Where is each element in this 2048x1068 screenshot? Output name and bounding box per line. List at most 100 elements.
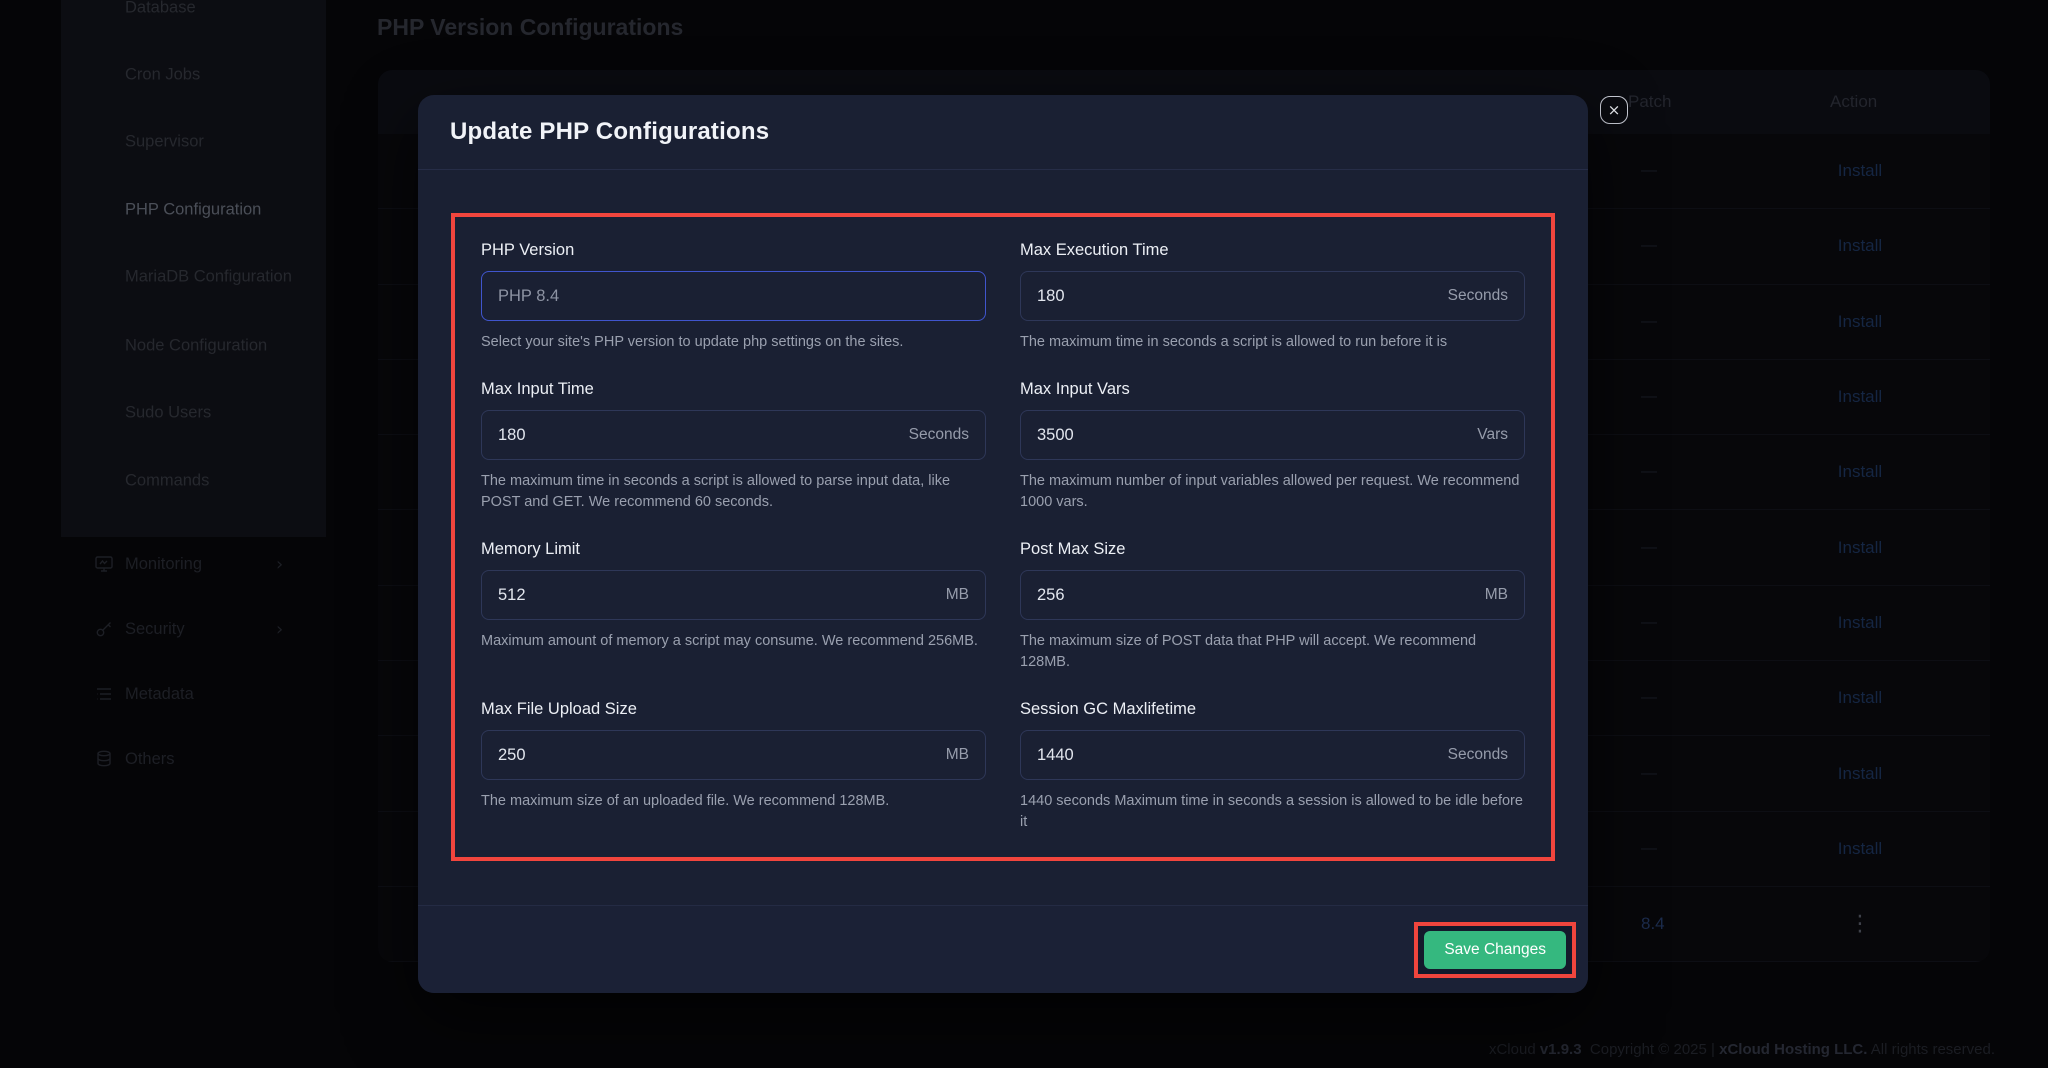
- modal-body: PHP VersionPHP 8.4Select your site's PHP…: [418, 170, 1588, 905]
- install-link: Install: [1810, 312, 1910, 332]
- database-icon: [94, 749, 114, 769]
- sidebar-item-label: Monitoring: [125, 555, 202, 574]
- sidebar-item-monitoring: Monitoring ›: [94, 554, 294, 574]
- max-input-vars-value: 3500: [1037, 426, 1074, 445]
- memory-limit-unit-suffix: MB: [946, 586, 969, 604]
- install-link: Install: [1810, 839, 1910, 859]
- field-max-input-vars: Max Input Vars 3500 Vars The maximum number…: [1020, 380, 1525, 513]
- sidebar-item-label: Others: [125, 750, 175, 769]
- chevron-right-icon: ›: [276, 619, 283, 640]
- post-max-size-label: Post Max Size: [1020, 540, 1525, 559]
- php-version-helper-text: Select your site's PHP version to update…: [481, 332, 986, 353]
- chevron-right-icon: ›: [276, 554, 283, 575]
- install-link: Install: [1810, 462, 1910, 482]
- max-input-time-unit-suffix: Seconds: [909, 426, 969, 444]
- max-input-vars-label: Max Input Vars: [1020, 380, 1525, 399]
- patch-value: —: [1641, 689, 1657, 707]
- monitor-icon: [94, 554, 114, 574]
- post-max-size-helper-text: The maximum size of POST data that PHP w…: [1020, 631, 1525, 673]
- column-header-patch: Patch: [1628, 92, 1671, 112]
- php-version-value: PHP 8.4: [498, 287, 559, 306]
- update-php-configurations-modal: Update PHP Configurations PHP VersionPHP…: [418, 95, 1588, 993]
- max-execution-time-input[interactable]: 180Seconds: [1020, 271, 1525, 321]
- save-changes-button[interactable]: Save Changes: [1424, 931, 1566, 969]
- modal-footer: Save Changes: [418, 905, 1588, 993]
- field-max-input-time: Max Input Time 180 Seconds The maximum time…: [481, 380, 986, 513]
- app-footer: xCloud v1.9.3 Copyright © 2025 | xCloud …: [1489, 1041, 1995, 1058]
- install-link: Install: [1810, 688, 1910, 708]
- form-highlight-box: PHP VersionPHP 8.4Select your site's PHP…: [451, 213, 1555, 861]
- sidebar-item-sudo-users: Sudo Users: [125, 404, 211, 423]
- sidebar-item-security: Security ›: [94, 619, 294, 639]
- sidebar-item-node-configuration: Node Configuration: [125, 337, 267, 356]
- max-file-upload-size-value: 250: [498, 746, 526, 765]
- close-icon: ×: [1608, 103, 1621, 118]
- install-link: Install: [1810, 764, 1910, 784]
- patch-value: —: [1641, 539, 1657, 557]
- max-input-vars-helper-text: The maximum number of input variables al…: [1020, 471, 1525, 513]
- install-link: Install: [1810, 161, 1910, 181]
- memory-limit-input[interactable]: 512 MB: [481, 570, 986, 620]
- field-php-version: PHP VersionPHP 8.4Select your site's PHP…: [481, 241, 986, 353]
- session-gc-maxlifetime-label: Session GC Maxlifetime: [1020, 700, 1525, 719]
- field-session-gc-maxlifetime: Session GC Maxlifetime1440Seconds1440 se…: [1020, 700, 1525, 833]
- page-title: PHP Version Configurations: [377, 14, 683, 41]
- memory-limit-label: Memory Limit: [481, 540, 986, 559]
- key-icon: [94, 619, 114, 639]
- patch-value: —: [1641, 765, 1657, 783]
- patch-value: —: [1641, 237, 1657, 255]
- max-input-vars-unit-suffix: Vars: [1477, 426, 1508, 444]
- screen: DatabaseCron JobsSupervisorPHP Configura…: [0, 0, 2048, 1068]
- install-link: Install: [1810, 538, 1910, 558]
- field-post-max-size: Post Max Size 256MB The maximum size of PO…: [1020, 540, 1525, 673]
- max-input-vars-input[interactable]: 3500 Vars: [1020, 410, 1525, 460]
- sidebar-item-label: Metadata: [125, 685, 194, 704]
- footer-version: v1.9.3: [1540, 1041, 1582, 1058]
- php-version-select[interactable]: PHP 8.4: [481, 271, 986, 321]
- max-input-time-input[interactable]: 180 Seconds: [481, 410, 986, 460]
- install-link: Install: [1810, 387, 1910, 407]
- max-input-time-value: 180: [498, 426, 526, 445]
- memory-limit-helper-text: Maximum amount of memory a script may co…: [481, 631, 986, 652]
- field-max-execution-time: Max Execution Time 180Seconds The maximum …: [1020, 241, 1525, 353]
- install-link: Install: [1810, 613, 1910, 633]
- save-button-highlight-box: Save Changes: [1414, 922, 1576, 978]
- sidebar-item-cron-jobs: Cron Jobs: [125, 66, 200, 85]
- max-input-time-helper-text: The maximum time in seconds a script is …: [481, 471, 986, 513]
- max-execution-time-unit-suffix: Seconds: [1448, 287, 1508, 305]
- patch-value: —: [1641, 614, 1657, 632]
- sidebar-item-commands: Commands: [125, 472, 209, 491]
- max-execution-time-label: Max Execution Time: [1020, 241, 1525, 260]
- sidebar-submenu: DatabaseCron JobsSupervisorPHP Configura…: [61, 0, 326, 537]
- max-input-time-label: Max Input Time: [481, 380, 986, 399]
- footer-app-name: xCloud: [1489, 1041, 1536, 1058]
- install-link: Install: [1810, 236, 1910, 256]
- modal-close-button[interactable]: ×: [1600, 96, 1628, 124]
- kebab-menu-icon: ⋮: [1834, 912, 1886, 937]
- modal-title: Update PHP Configurations: [450, 118, 769, 146]
- sidebar-item-supervisor: Supervisor: [125, 133, 204, 152]
- max-file-upload-size-unit-suffix: MB: [946, 746, 969, 764]
- patch-value: —: [1641, 388, 1657, 406]
- sidebar-item-database: Database: [125, 0, 196, 18]
- max-file-upload-size-input[interactable]: 250 MB: [481, 730, 986, 780]
- max-execution-time-helper-text: The maximum time in seconds a script is …: [1020, 332, 1525, 353]
- sidebar-item-metadata: Metadata: [94, 684, 294, 704]
- patch-value: —: [1641, 840, 1657, 858]
- session-gc-maxlifetime-value: 1440: [1037, 746, 1074, 765]
- patch-value: —: [1641, 313, 1657, 331]
- patch-value: —: [1641, 162, 1657, 180]
- max-file-upload-size-helper-text: The maximum size of an uploaded file. We…: [481, 791, 986, 812]
- max-file-upload-size-label: Max File Upload Size: [481, 700, 986, 719]
- post-max-size-input[interactable]: 256MB: [1020, 570, 1525, 620]
- sidebar-item-mariadb-configuration: MariaDB Configuration: [125, 268, 292, 287]
- session-gc-maxlifetime-input[interactable]: 1440 Seconds: [1020, 730, 1525, 780]
- modal-header: Update PHP Configurations: [418, 95, 1588, 170]
- post-max-size-unit-suffix: MB: [1485, 586, 1508, 604]
- memory-limit-value: 512: [498, 586, 526, 605]
- patch-value: —: [1641, 463, 1657, 481]
- sidebar-item-label: Security: [125, 620, 185, 639]
- footer-rights: All rights reserved.: [1871, 1041, 1995, 1058]
- session-gc-maxlifetime-unit-suffix: Seconds: [1448, 746, 1508, 764]
- sidebar-item-others: Others: [94, 749, 294, 769]
